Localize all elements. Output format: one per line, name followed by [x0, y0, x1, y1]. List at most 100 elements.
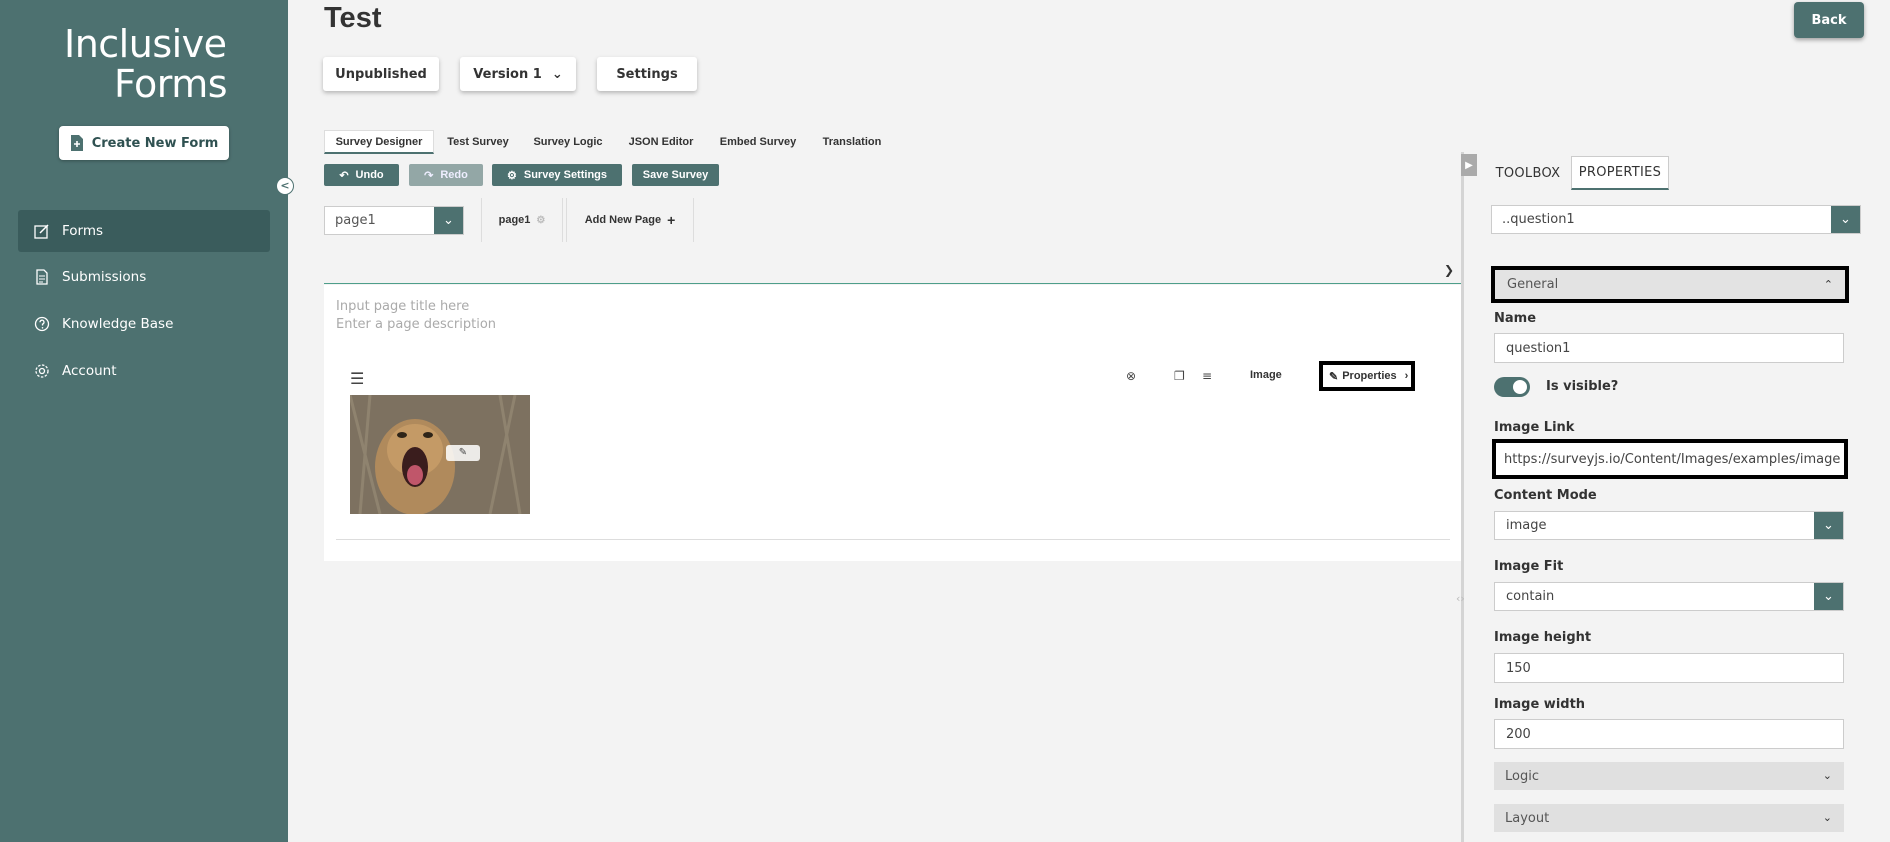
- general-section-label: General: [1507, 277, 1559, 292]
- undo-button[interactable]: ↶ Undo: [324, 164, 399, 186]
- pencil-icon[interactable]: ✎: [446, 445, 480, 461]
- add-new-page-button[interactable]: Add New Page +: [566, 198, 694, 242]
- sidebar-item-submissions[interactable]: Submissions: [18, 256, 270, 298]
- logic-section-header[interactable]: Logic ⌄: [1494, 762, 1844, 790]
- tab-survey-designer[interactable]: Survey Designer: [324, 130, 434, 154]
- survey-canvas: Input page title here Enter a page descr…: [324, 285, 1462, 561]
- sidebar-item-label: Forms: [62, 223, 104, 239]
- logo: Inclusive Forms: [64, 22, 228, 106]
- chevron-down-icon: ⌄: [434, 207, 463, 234]
- survey-settings-label: Survey Settings: [523, 169, 607, 181]
- collapse-panel-icon[interactable]: ▶: [1461, 154, 1477, 176]
- logo-line2: Forms: [114, 62, 228, 106]
- layout-section-header[interactable]: Layout ⌄: [1494, 804, 1844, 832]
- image-width-label: Image width: [1494, 697, 1586, 712]
- sidebar-item-knowledge-base[interactable]: Knowledge Base: [18, 303, 270, 345]
- chevron-right-icon: ›: [1404, 370, 1409, 382]
- page-description-placeholder[interactable]: Enter a page description: [336, 317, 496, 332]
- object-select-value: ..question1: [1502, 212, 1575, 227]
- redo-button[interactable]: ↷ Redo: [409, 164, 483, 186]
- question-properties-button[interactable]: ✎ Properties ›: [1319, 361, 1415, 391]
- publish-status-button[interactable]: Unpublished: [323, 57, 439, 91]
- redo-icon: ↷: [424, 169, 434, 182]
- add-new-page-label: Add New Page: [584, 214, 662, 226]
- tab-survey-logic[interactable]: Survey Logic: [528, 130, 608, 154]
- create-new-form-button[interactable]: Create New Form: [59, 126, 229, 160]
- chevron-down-icon: ⌄: [1831, 206, 1860, 233]
- chevron-down-icon: ⌄: [1822, 811, 1832, 824]
- tab-properties[interactable]: PROPERTIES: [1571, 156, 1669, 190]
- edit-icon: [34, 224, 49, 239]
- back-button[interactable]: Back: [1794, 2, 1864, 38]
- toggle-knob: [1513, 380, 1527, 394]
- tab-embed-survey[interactable]: Embed Survey: [713, 130, 803, 154]
- copy-icon[interactable]: ❐: [1174, 369, 1185, 383]
- divider: [336, 539, 1450, 540]
- panel-splitter[interactable]: [1461, 152, 1464, 842]
- image-fit-select[interactable]: contain ⌄: [1494, 582, 1844, 611]
- logo-line1: Inclusive: [64, 22, 227, 66]
- content-mode-value: image: [1506, 518, 1547, 533]
- settings-label: Settings: [616, 66, 678, 82]
- sidebar-item-account[interactable]: Account: [18, 350, 270, 392]
- page-title: Test: [324, 2, 382, 34]
- redo-label: Redo: [440, 169, 468, 181]
- is-visible-label: Is visible?: [1546, 379, 1619, 394]
- pencil-icon: ✎: [1329, 370, 1339, 383]
- chevron-down-icon[interactable]: ❯: [1444, 263, 1454, 277]
- page-tab[interactable]: page1 ⚙: [481, 198, 563, 242]
- collapse-sidebar-button[interactable]: <: [276, 177, 294, 195]
- tab-translation[interactable]: Translation: [814, 130, 890, 154]
- chevron-down-icon: ⌄: [1822, 769, 1832, 782]
- page-header-bar: ❯: [324, 260, 1462, 284]
- chevron-up-icon: ⌃: [1823, 278, 1833, 291]
- image-height-input[interactable]: 150: [1494, 653, 1844, 683]
- gear-icon: [35, 364, 49, 378]
- tab-test-survey[interactable]: Test Survey: [440, 130, 516, 154]
- name-input[interactable]: question1: [1494, 333, 1844, 363]
- undo-icon: ↶: [339, 169, 349, 182]
- gear-icon: ⚙: [506, 169, 517, 182]
- sidebar-item-label: Account: [62, 363, 117, 379]
- tab-toolbox[interactable]: TOOLBOX: [1491, 156, 1565, 190]
- general-section-header[interactable]: General ⌃: [1491, 266, 1849, 303]
- question-image: ✎: [350, 395, 530, 514]
- settings-button[interactable]: Settings: [597, 57, 697, 91]
- page-title-placeholder[interactable]: Input page title here: [336, 299, 469, 314]
- publish-status-label: Unpublished: [335, 66, 427, 82]
- version-dropdown[interactable]: Version 1 ⌄: [460, 57, 576, 91]
- delete-icon[interactable]: ⊗: [1126, 369, 1136, 383]
- logic-section-label: Logic: [1505, 768, 1539, 784]
- undo-label: Undo: [355, 169, 384, 181]
- page-select[interactable]: page1 ⌄: [324, 206, 464, 235]
- drag-handle-icon[interactable]: ☰: [350, 369, 364, 388]
- content-mode-label: Content Mode: [1494, 488, 1597, 503]
- chevron-down-icon: ⌄: [1814, 512, 1843, 539]
- sidebar: Inclusive Forms Create New Form Forms Su…: [0, 0, 288, 842]
- properties-label: Properties: [1342, 370, 1397, 382]
- image-width-input[interactable]: 200: [1494, 719, 1844, 749]
- resize-grip-icon[interactable]: ‹›: [1456, 592, 1465, 605]
- sidebar-item-label: Knowledge Base: [62, 316, 174, 332]
- sidebar-item-forms[interactable]: Forms: [18, 210, 270, 252]
- document-icon: [36, 269, 48, 285]
- save-survey-button[interactable]: Save Survey: [632, 164, 719, 186]
- sidebar-item-label: Submissions: [62, 269, 147, 285]
- is-visible-toggle[interactable]: [1494, 377, 1530, 397]
- page-tab-label: page1: [498, 214, 531, 226]
- image-link-input[interactable]: https://surveyjs.io/Content/Images/examp…: [1492, 439, 1848, 479]
- object-select[interactable]: ..question1 ⌄: [1491, 205, 1861, 234]
- question-type-label[interactable]: Image: [1250, 369, 1282, 381]
- add-to-toolbox-icon[interactable]: ≡: [1202, 369, 1212, 383]
- layout-section-label: Layout: [1505, 810, 1550, 826]
- content-mode-select[interactable]: image ⌄: [1494, 511, 1844, 540]
- image-fit-value: contain: [1506, 589, 1555, 604]
- image-height-label: Image height: [1494, 630, 1592, 645]
- gear-icon: ⚙: [536, 214, 546, 226]
- tab-json-editor[interactable]: JSON Editor: [620, 130, 702, 154]
- lion-image: [350, 395, 530, 514]
- survey-settings-button[interactable]: ⚙ Survey Settings: [492, 164, 622, 186]
- new-document-icon: [70, 135, 83, 151]
- chevron-down-icon: ⌄: [551, 66, 563, 82]
- image-fit-label: Image Fit: [1494, 559, 1564, 574]
